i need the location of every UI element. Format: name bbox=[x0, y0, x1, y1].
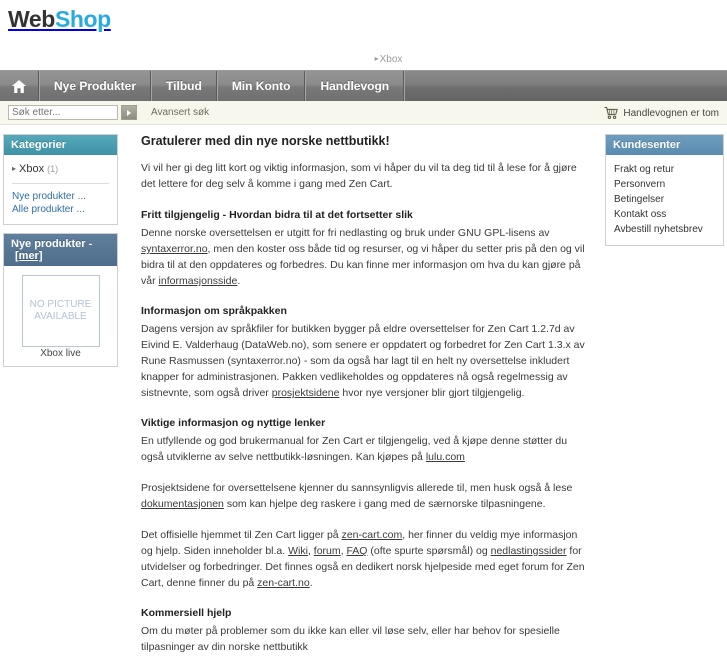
link-nye-produkter[interactable]: Nye produkter ... bbox=[12, 190, 109, 203]
product-name-link[interactable]: Xbox live bbox=[40, 348, 81, 359]
search-input[interactable] bbox=[8, 105, 118, 120]
advanced-search-link[interactable]: Avansert søk bbox=[151, 107, 209, 118]
section-body-kommersiell-hjelp: Om du møter på problemer som du ikke kan… bbox=[141, 623, 591, 655]
home-icon bbox=[12, 79, 26, 93]
customer-service-box: Kundesenter Frakt og retur Personvern Be… bbox=[605, 134, 724, 246]
link-forum[interactable]: forum bbox=[314, 545, 341, 557]
text-fragment: hvor nye versjoner blir gjort tilgjengel… bbox=[339, 387, 525, 399]
text-fragment: som kan hjelpe deg raskere i gang med de… bbox=[223, 498, 546, 510]
nav-home-button[interactable] bbox=[0, 71, 39, 101]
list-item: Frakt og retur bbox=[614, 162, 715, 177]
text-fragment: Prosjektsidene for oversettelsene kjenne… bbox=[141, 482, 573, 494]
categories-box-body: ▸ Xbox (1) Nye produkter ... Alle produkt… bbox=[4, 155, 117, 224]
section-body-prosjektsidene: Prosjektsidene for oversettelsene kjenne… bbox=[141, 480, 591, 512]
customer-service-box-title: Kundesenter bbox=[606, 135, 723, 155]
link-dokumentasjonen[interactable]: dokumentasjonen bbox=[141, 498, 224, 510]
breadcrumb: ▸Xbox bbox=[375, 54, 403, 65]
search-bar: Avansert søk Handlevognen er tom bbox=[0, 101, 727, 125]
list-item: Kontakt oss bbox=[614, 207, 715, 222]
cart-status-link[interactable]: Handlevognen er tom bbox=[604, 101, 719, 125]
shopping-cart-icon bbox=[604, 107, 619, 120]
product-image-link[interactable]: NO PICTURE AVAILABLE bbox=[12, 275, 109, 347]
nav-tab-min-konto[interactable]: Min Konto bbox=[216, 71, 306, 101]
new-products-title-text: Nye produkter - bbox=[11, 238, 93, 250]
arrow-right-icon bbox=[127, 109, 131, 116]
list-item: Avbestill nyhetsbrev bbox=[614, 222, 715, 237]
text-fragment: Om du møter på problemer som du ikke kan… bbox=[141, 625, 560, 653]
main-navigation: Nye Produkter Tilbud Min Konto Handlevog… bbox=[0, 70, 727, 101]
link-faq[interactable]: FAQ bbox=[346, 545, 367, 557]
no-picture-placeholder: NO PICTURE AVAILABLE bbox=[21, 275, 100, 347]
right-sidebar: Kundesenter Frakt og retur Personvern Be… bbox=[605, 134, 727, 254]
link-wiki[interactable]: Wiki bbox=[288, 545, 308, 557]
section-body-viktige-informasjon: En utfyllende og god brukermanual for Ze… bbox=[141, 433, 591, 465]
category-count: (1) bbox=[47, 164, 59, 174]
site-header: WebShop bbox=[0, 0, 727, 48]
left-sidebar: Kategorier ▸ Xbox (1) Nye produkter ... A… bbox=[0, 134, 118, 375]
text-fragment: (ofte spurte spørsmål) og bbox=[367, 545, 491, 557]
link-kontakt-oss[interactable]: Kontakt oss bbox=[614, 209, 666, 220]
text-fragment: . bbox=[237, 275, 241, 287]
text-fragment: En utfyllende og god brukermanual for Ze… bbox=[141, 435, 568, 463]
link-avbestill-nyhetsbrev[interactable]: Avbestill nyhetsbrev bbox=[614, 224, 703, 235]
no-picture-line-1: NO PICTURE bbox=[29, 299, 92, 310]
nav-filler bbox=[404, 71, 727, 101]
nav-tab-nye-produkter[interactable]: Nye Produkter bbox=[39, 71, 152, 101]
customer-service-box-body: Frakt og retur Personvern Betingelser Ko… bbox=[606, 155, 723, 245]
section-body-sprakpakken: Dagens versjon av språkfiler for butikke… bbox=[141, 321, 591, 401]
category-link-xbox[interactable]: Xbox bbox=[19, 163, 44, 175]
new-products-box-body: NO PICTURE AVAILABLE Xbox live bbox=[4, 266, 117, 366]
logo-text-primary: Web bbox=[8, 6, 55, 32]
new-products-box-title: Nye produkter -[mer] bbox=[4, 234, 117, 266]
category-list: ▸ Xbox (1) bbox=[12, 162, 109, 176]
link-frakt-og-retur[interactable]: Frakt og retur bbox=[614, 164, 674, 175]
categories-box-title: Kategorier bbox=[4, 135, 117, 155]
link-alle-produkter[interactable]: Alle produkter ... bbox=[12, 203, 109, 216]
list-item: ▸ Xbox (1) bbox=[12, 162, 109, 176]
no-picture-line-2: AVAILABLE bbox=[34, 311, 87, 322]
link-zen-cart-no[interactable]: zen-cart.no bbox=[257, 577, 310, 589]
section-body-fritt-tilgjengelig: Denne norske oversettelsen er utgitt for… bbox=[141, 225, 591, 289]
new-products-box: Nye produkter -[mer] NO PICTURE AVAILABL… bbox=[3, 233, 118, 367]
link-betingelser[interactable]: Betingelser bbox=[614, 194, 664, 205]
page-title: Gratulerer med din nye norske nettbutikk… bbox=[141, 134, 390, 148]
categories-box: Kategorier ▸ Xbox (1) Nye produkter ... A… bbox=[3, 134, 118, 225]
section-heading-fritt-tilgjengelig: Fritt tilgjengelig - Hvordan bidra til a… bbox=[141, 209, 413, 221]
section-heading-kommersiell-hjelp: Kommersiell hjelp bbox=[141, 607, 232, 619]
intro-paragraph: Vi vil her gi deg litt kort og viktig in… bbox=[141, 162, 577, 190]
link-syntaxerror-no[interactable]: syntaxerror.no bbox=[141, 243, 208, 255]
link-informasjonsside[interactable]: informasjonsside bbox=[159, 275, 238, 287]
divider bbox=[12, 183, 109, 184]
customer-service-list: Frakt og retur Personvern Betingelser Ko… bbox=[614, 162, 715, 237]
list-item: Betingelser bbox=[614, 192, 715, 207]
new-products-more-link[interactable]: [mer] bbox=[15, 250, 43, 262]
search-submit-button[interactable] bbox=[121, 105, 137, 120]
cart-status-text: Handlevognen er tom bbox=[623, 107, 719, 119]
link-zen-cart-com[interactable]: zen-cart.com bbox=[342, 529, 403, 541]
breadcrumb-bar: ▸Xbox bbox=[0, 48, 727, 70]
nav-tab-tilbud[interactable]: Tilbud bbox=[151, 71, 217, 101]
text-fragment: Det offisielle hjemmet til Zen Cart ligg… bbox=[141, 529, 342, 541]
breadcrumb-item-xbox[interactable]: Xbox bbox=[380, 54, 403, 65]
main-content: Gratulerer med din nye norske nettbutikk… bbox=[118, 134, 605, 670]
list-item: Personvern bbox=[614, 177, 715, 192]
section-body-offisielle-hjemmet: Det offisielle hjemmet til Zen Cart ligg… bbox=[141, 527, 591, 591]
link-prosjektsidene[interactable]: prosjektsidene bbox=[272, 387, 340, 399]
link-lulu-com[interactable]: lulu.com bbox=[426, 451, 465, 463]
section-heading-viktige-informasjon: Viktige informasjon og nyttige lenker bbox=[141, 417, 326, 429]
nav-tab-handlevogn[interactable]: Handlevogn bbox=[305, 71, 405, 101]
section-heading-sprakpakken: Informasjon om språkpakken bbox=[141, 305, 287, 317]
chevron-right-icon: ▸ bbox=[12, 164, 17, 173]
link-personvern[interactable]: Personvern bbox=[614, 179, 665, 190]
chevron-right-icon: ▸ bbox=[374, 54, 379, 63]
text-fragment: . bbox=[309, 577, 313, 589]
text-fragment: Denne norske oversettelsen er utgitt for… bbox=[141, 227, 550, 239]
page-body: Kategorier ▸ Xbox (1) Nye produkter ... A… bbox=[0, 125, 727, 670]
link-nedlastingssider[interactable]: nedlastingssider bbox=[491, 545, 567, 557]
logo-text-secondary: Shop bbox=[54, 6, 111, 32]
site-logo[interactable]: WebShop bbox=[8, 8, 111, 31]
